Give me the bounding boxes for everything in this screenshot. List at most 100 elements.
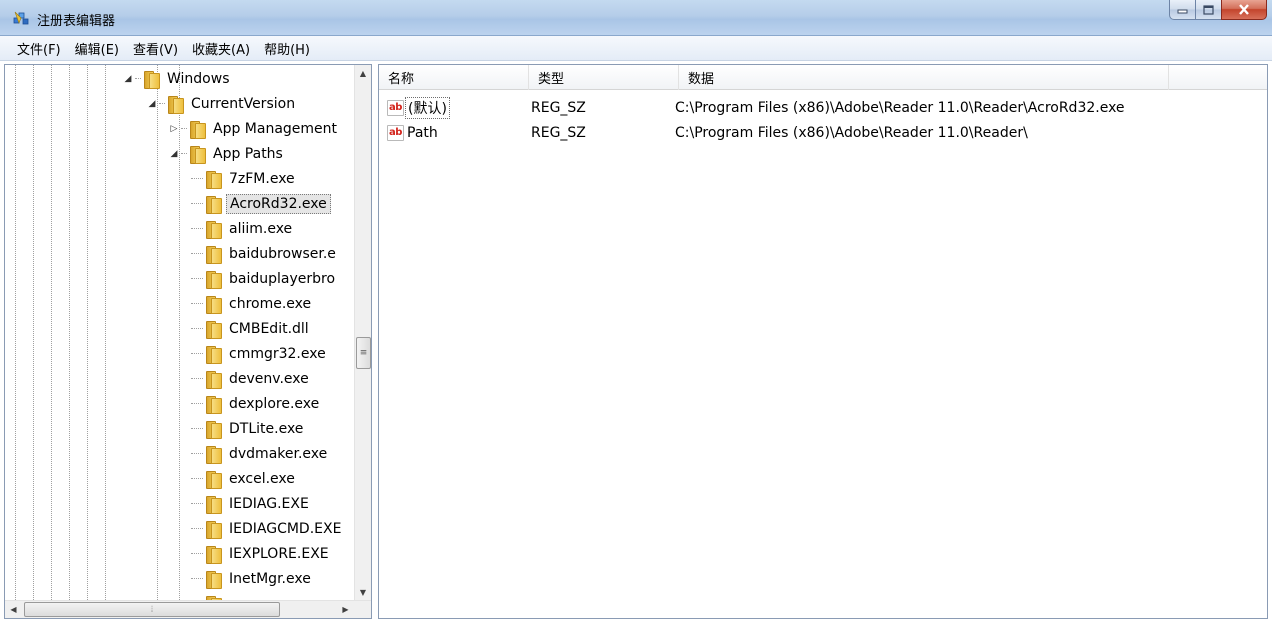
folder-icon: [205, 270, 222, 289]
value-name-cell: ab (默认): [379, 96, 525, 119]
tree-node-label[interactable]: devenv.exe: [226, 370, 312, 388]
minimize-button[interactable]: [1169, 0, 1196, 20]
folder-icon: [205, 495, 222, 514]
menu-edit[interactable]: 编辑(E): [68, 39, 126, 58]
tree-connector: [191, 503, 203, 504]
tree-node-label[interactable]: chrome.exe: [226, 295, 314, 313]
tree-node-label[interactable]: Windows: [164, 70, 233, 88]
tree-node[interactable]: ◢ CurrentVersion: [147, 91, 298, 116]
tree-connector: [191, 228, 203, 229]
scroll-right-arrow-icon[interactable]: ▶: [337, 601, 354, 618]
string-value-icon: ab: [387, 124, 404, 141]
values-list[interactable]: 名称 类型 数据 ab (默认) REG_SZ C:\Program Files (x…: [378, 64, 1268, 619]
tree-node-label[interactable]: baidubrowser.e: [226, 245, 339, 263]
tree-node[interactable]: IEDIAGCMD.EXE: [191, 516, 344, 541]
tree-node[interactable]: baiduplayerbro: [191, 266, 338, 291]
column-header-data[interactable]: 数据: [679, 65, 1169, 90]
list-item[interactable]: ab (默认) REG_SZ C:\Program Files (x86)\Adobe…: [379, 95, 1125, 120]
tree-guide-line: [15, 65, 16, 600]
tree-node-label[interactable]: excel.exe: [226, 470, 298, 488]
close-button[interactable]: [1221, 0, 1267, 20]
list-header: 名称 类型 数据: [379, 65, 1267, 90]
tree-horizontal-scrollbar[interactable]: ◀ ⦙ ▶: [5, 600, 371, 618]
tree-connector: [191, 353, 203, 354]
folder-icon: [205, 195, 222, 214]
menu-file[interactable]: 文件(F): [10, 39, 68, 58]
tree-node[interactable]: DTLite.exe: [191, 416, 306, 441]
tree-connector: [191, 203, 203, 204]
tree-node[interactable]: InetMgr.exe: [191, 566, 314, 591]
tree-vertical-scrollbar[interactable]: ▲ ≡ ▼: [354, 65, 371, 601]
scroll-thumb[interactable]: ≡: [356, 337, 371, 369]
tree-node[interactable]: dvdmaker.exe: [191, 441, 330, 466]
tree-guide-line: [105, 65, 106, 600]
column-header-name[interactable]: 名称: [379, 65, 529, 90]
tree-connector: [191, 278, 203, 279]
tree-node-label[interactable]: IEXPLORE.EXE: [226, 545, 332, 563]
tree-connector: [191, 403, 203, 404]
tree-node-label[interactable]: cmmgr32.exe: [226, 345, 329, 363]
tree-node[interactable]: cmmgr32.exe: [191, 341, 329, 366]
tree-node[interactable]: ◢ Windows: [123, 66, 233, 91]
folder-icon: [205, 445, 222, 464]
tree-connector: [191, 528, 203, 529]
tree-node-label[interactable]: baiduplayerbro: [226, 270, 338, 288]
tree-node[interactable]: aliim.exe: [191, 216, 295, 241]
folder-icon: [205, 520, 222, 539]
tree-node-label[interactable]: IEDIAG.EXE: [226, 495, 312, 513]
tree-node-label[interactable]: CMBEdit.dll: [226, 320, 312, 338]
scroll-down-arrow-icon[interactable]: ▼: [355, 584, 371, 601]
list-item[interactable]: ab Path REG_SZ C:\Program Files (x86)\Adobe…: [379, 120, 1028, 145]
scroll-left-arrow-icon[interactable]: ◀: [5, 601, 22, 618]
folder-icon: [205, 420, 222, 439]
folder-icon: [205, 245, 222, 264]
tree-connector: [191, 553, 203, 554]
value-name: Path: [407, 124, 438, 141]
column-header-type[interactable]: 类型: [529, 65, 679, 90]
folder-icon: [205, 395, 222, 414]
tree-node-label[interactable]: aliim.exe: [226, 220, 295, 238]
menu-favorites[interactable]: 收藏夹(A): [185, 39, 257, 58]
tree-node-label[interactable]: AcroRd32.exe: [226, 193, 331, 214]
tree-node-label[interactable]: dvdmaker.exe: [226, 445, 330, 463]
tree-connector: [191, 428, 203, 429]
tree-node-label[interactable]: App Paths: [210, 145, 286, 163]
tree-node-label[interactable]: 7zFM.exe: [226, 170, 298, 188]
tree-node[interactable]: devenv.exe: [191, 366, 312, 391]
value-type: REG_SZ: [531, 124, 586, 141]
tree-node[interactable]: IEDIAG.EXE: [191, 491, 312, 516]
tree-node[interactable]: ◢ App Paths: [169, 141, 286, 166]
tree-node-label[interactable]: IEDIAGCMD.EXE: [226, 520, 344, 538]
tree-node[interactable]: CMBEdit.dll: [191, 316, 312, 341]
tree-node[interactable]: ▷ App Management: [169, 116, 340, 141]
tree-node[interactable]: chrome.exe: [191, 291, 314, 316]
collapsed-arrow-icon[interactable]: ▷: [169, 124, 179, 134]
tree-node[interactable]: baidubrowser.e: [191, 241, 339, 266]
expanded-arrow-icon[interactable]: ◢: [123, 74, 133, 84]
window-controls: [1169, 0, 1267, 21]
title-bar[interactable]: 注册表编辑器: [0, 0, 1272, 36]
registry-tree[interactable]: ◢ Windows ◢ CurrentVersion ▷ App Management ◢ A…: [4, 64, 372, 619]
menu-view[interactable]: 查看(V): [126, 39, 185, 58]
scroll-up-arrow-icon[interactable]: ▲: [355, 65, 371, 82]
value-name-cell: ab Path: [379, 124, 525, 141]
tree-node[interactable]: IEXPLORE.EXE: [191, 541, 332, 566]
maximize-button[interactable]: [1195, 0, 1222, 20]
tree-node[interactable]: excel.exe: [191, 466, 298, 491]
tree-node[interactable]: dexplore.exe: [191, 391, 322, 416]
value-type: REG_SZ: [531, 99, 586, 116]
expanded-arrow-icon[interactable]: ◢: [169, 149, 179, 159]
value-name: (默认): [405, 96, 450, 119]
folder-icon: [167, 95, 184, 114]
tree-node-label[interactable]: App Management: [210, 120, 340, 138]
tree-node-label[interactable]: DTLite.exe: [226, 420, 306, 438]
tree-connector: [191, 178, 203, 179]
scroll-thumb-horizontal[interactable]: ⦙: [24, 602, 280, 617]
tree-node[interactable]: 7zFM.exe: [191, 166, 298, 191]
expanded-arrow-icon[interactable]: ◢: [147, 99, 157, 109]
tree-node-label[interactable]: CurrentVersion: [188, 95, 298, 113]
tree-node[interactable]: AcroRd32.exe: [191, 191, 331, 216]
tree-node-label[interactable]: InetMgr.exe: [226, 570, 314, 588]
tree-node-label[interactable]: dexplore.exe: [226, 395, 322, 413]
menu-help[interactable]: 帮助(H): [257, 39, 317, 58]
